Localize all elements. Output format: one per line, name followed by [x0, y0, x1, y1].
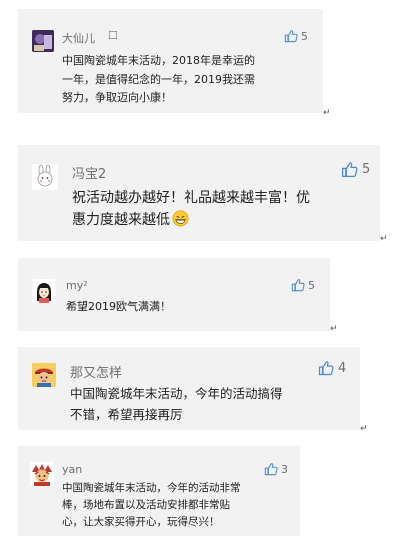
comment-text-content: 祝活动越办越好！礼品越来越丰富！优 惠力度越来越低	[72, 190, 310, 228]
avatar[interactable]	[32, 363, 56, 387]
thumbs-up-icon	[341, 162, 358, 178]
like-button[interactable]: 4	[318, 360, 346, 376]
commenter-name[interactable]: 冯宝2	[72, 163, 106, 182]
like-count: 5	[362, 162, 371, 177]
return-mark-icon: ↵	[330, 324, 338, 334]
like-button[interactable]: 5	[341, 161, 370, 178]
like-button[interactable]: 5	[291, 278, 315, 292]
grin-emoji-icon	[172, 210, 189, 227]
comment-card: my² 5 希望2019欧气满满！	[18, 258, 330, 331]
like-button[interactable]: 5	[284, 29, 308, 43]
like-count: 5	[308, 278, 315, 292]
avatar[interactable]	[30, 462, 54, 486]
like-count: 3	[281, 462, 288, 476]
avatar[interactable]	[32, 30, 54, 52]
comment-card: yan 3 中国陶瓷城年末活动，今年的活动非常 棒，场地布置以及活动安排都非常贴…	[18, 446, 300, 536]
return-mark-icon: ↵	[323, 108, 331, 118]
thumbs-up-icon	[291, 279, 305, 292]
comment-card: 冯宝2 5 祝活动越办越好！礼品越来越丰富！优 惠力度越来越低	[18, 145, 380, 241]
comment-text: 中国陶瓷城年末活动，2018年是幸运的 一年，是值得纪念的一年，2019我还需 …	[62, 54, 255, 104]
comment-text: 中国陶瓷城年末活动，今年的活动非常 棒，场地布置以及活动安排都非常贴 心，让大家…	[62, 482, 241, 528]
like-count: 5	[301, 29, 308, 43]
thumbs-up-icon	[264, 463, 278, 476]
return-mark-icon: ↵	[360, 424, 368, 434]
comment-card: 那又怎样 4 中国陶瓷城年末活动，今年的活动搞得 不错，希望再接再厉	[18, 347, 360, 430]
like-button[interactable]: 3	[264, 462, 288, 476]
thumbs-up-icon	[318, 361, 334, 376]
comment-text: 祝活动越办越好！礼品越来越丰富！优 惠力度越来越低	[72, 187, 310, 231]
commenter-name[interactable]: 大仙儿	[62, 30, 95, 46]
comment-card: 大仙儿 ☐ 5 中国陶瓷城年末活动，2018年是幸运的 一年，是值得纪念的一年，…	[18, 9, 323, 113]
box-glyph-icon: ☐	[108, 29, 118, 42]
commenter-name[interactable]: my²	[66, 279, 88, 292]
avatar[interactable]	[32, 279, 56, 303]
thumbs-up-icon	[284, 30, 298, 43]
comment-text: 中国陶瓷城年末活动，今年的活动搞得 不错，希望再接再厉	[70, 386, 283, 422]
like-count: 4	[338, 360, 347, 376]
avatar[interactable]	[32, 164, 58, 190]
commenter-name[interactable]: yan	[62, 463, 82, 476]
return-mark-icon: ↵	[380, 234, 388, 244]
commenter-name[interactable]: 那又怎样	[70, 362, 122, 381]
comment-text: 希望2019欧气满满！	[66, 300, 171, 313]
